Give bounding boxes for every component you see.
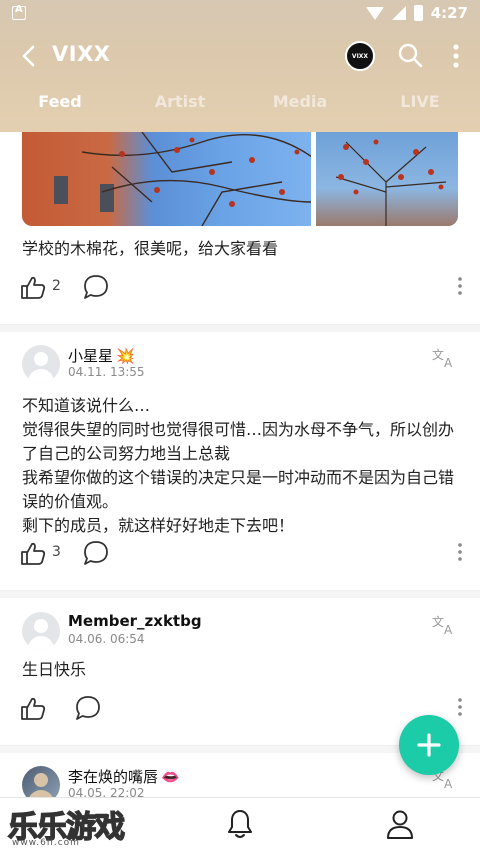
tab-bar: Feed Artist Media LIVE <box>0 92 480 126</box>
tab-live[interactable]: LIVE <box>360 92 480 126</box>
username-emoji: 👄 <box>161 768 180 786</box>
status-time: 4:27 <box>430 4 468 22</box>
notification-icon <box>12 4 26 20</box>
username[interactable]: Member_zxktbg <box>68 612 202 630</box>
svg-text:A: A <box>444 777 453 790</box>
avatar[interactable] <box>22 612 60 650</box>
battery-icon <box>413 5 423 21</box>
post-photos[interactable] <box>22 132 458 226</box>
community-avatar[interactable]: VIXX <box>345 41 375 71</box>
username[interactable]: 李在焕的嘴唇 👄 <box>68 766 180 787</box>
post-more-icon[interactable] <box>456 696 464 718</box>
bottom-nav: 乐乐游戏 www.6ll.com <box>0 797 480 852</box>
tab-media[interactable]: Media <box>240 92 360 126</box>
wifi-icon <box>365 6 384 20</box>
post-actions: 2 <box>18 272 464 302</box>
avatar[interactable] <box>22 766 60 797</box>
avatar[interactable] <box>22 345 60 383</box>
svg-text:文: 文 <box>432 347 444 362</box>
profile-icon[interactable] <box>386 808 414 840</box>
more-options-icon[interactable] <box>446 40 466 72</box>
post-more-icon[interactable] <box>456 275 464 297</box>
post-divider <box>0 590 480 598</box>
post-actions <box>18 693 464 723</box>
comment-icon[interactable] <box>74 694 102 722</box>
username-emoji: 💥 <box>116 347 135 365</box>
post-text: 学校的木棉花，很美呢，给大家看看 <box>22 239 279 258</box>
tab-artist[interactable]: Artist <box>120 92 240 126</box>
search-icon[interactable] <box>396 41 424 69</box>
post-actions: 3 <box>18 538 464 568</box>
notification-bell-icon[interactable] <box>226 808 254 840</box>
post-header: Member_zxktbg 04.06. 06:54 文 A <box>22 612 458 652</box>
comment-icon[interactable] <box>82 539 110 567</box>
signal-icon <box>391 6 406 20</box>
post-header: 李在焕的嘴唇 👄 04.05. 22:02 文 A <box>22 766 458 797</box>
post-photo[interactable] <box>22 132 311 226</box>
svg-text:A: A <box>444 623 453 636</box>
feed-list[interactable]: 学校的木棉花，很美呢，给大家看看 2 小星星 💥 04.11. 13:55 文 A… <box>0 132 480 797</box>
watermark-url: www.6ll.com <box>12 838 80 848</box>
comment-icon[interactable] <box>82 273 110 301</box>
back-arrow-icon[interactable] <box>16 42 44 70</box>
plus-icon <box>417 733 441 757</box>
create-post-button[interactable] <box>399 715 459 775</box>
tab-feed[interactable]: Feed <box>0 92 120 126</box>
timestamp: 04.05. 22:02 <box>68 786 145 797</box>
status-bar: 4:27 <box>0 0 480 28</box>
like-icon[interactable] <box>18 538 48 568</box>
timestamp: 04.11. 13:55 <box>68 365 145 379</box>
page-title: VIXX <box>52 42 111 66</box>
post-header: 小星星 💥 04.11. 13:55 文 A <box>22 345 458 385</box>
watermark-logo: 乐乐游戏 www.6ll.com <box>7 802 148 850</box>
like-count: 2 <box>52 278 61 294</box>
like-count: 3 <box>52 544 61 560</box>
like-icon[interactable] <box>18 272 48 302</box>
svg-text:A: A <box>444 356 453 369</box>
svg-text:文: 文 <box>432 614 444 629</box>
timestamp: 04.06. 06:54 <box>68 632 145 646</box>
post-photo[interactable] <box>316 132 458 226</box>
username[interactable]: 小星星 💥 <box>68 345 135 366</box>
translate-icon[interactable]: 文 A <box>432 347 458 369</box>
post-divider <box>0 324 480 332</box>
post-text: 生日快乐 <box>22 660 87 679</box>
status-icons: 4:27 <box>365 4 468 22</box>
app-header: 4:27 VIXX VIXX Feed Artist Media LIVE <box>0 0 480 132</box>
post-text: 不知道该说什么… 觉得很失望的同时也觉得很可惜…因为水母不争气，所以创办了自己的… <box>22 396 455 535</box>
post-more-icon[interactable] <box>456 541 464 563</box>
like-icon[interactable] <box>18 693 48 723</box>
toolbar: VIXX VIXX <box>0 34 480 78</box>
translate-icon[interactable]: 文 A <box>432 614 458 636</box>
